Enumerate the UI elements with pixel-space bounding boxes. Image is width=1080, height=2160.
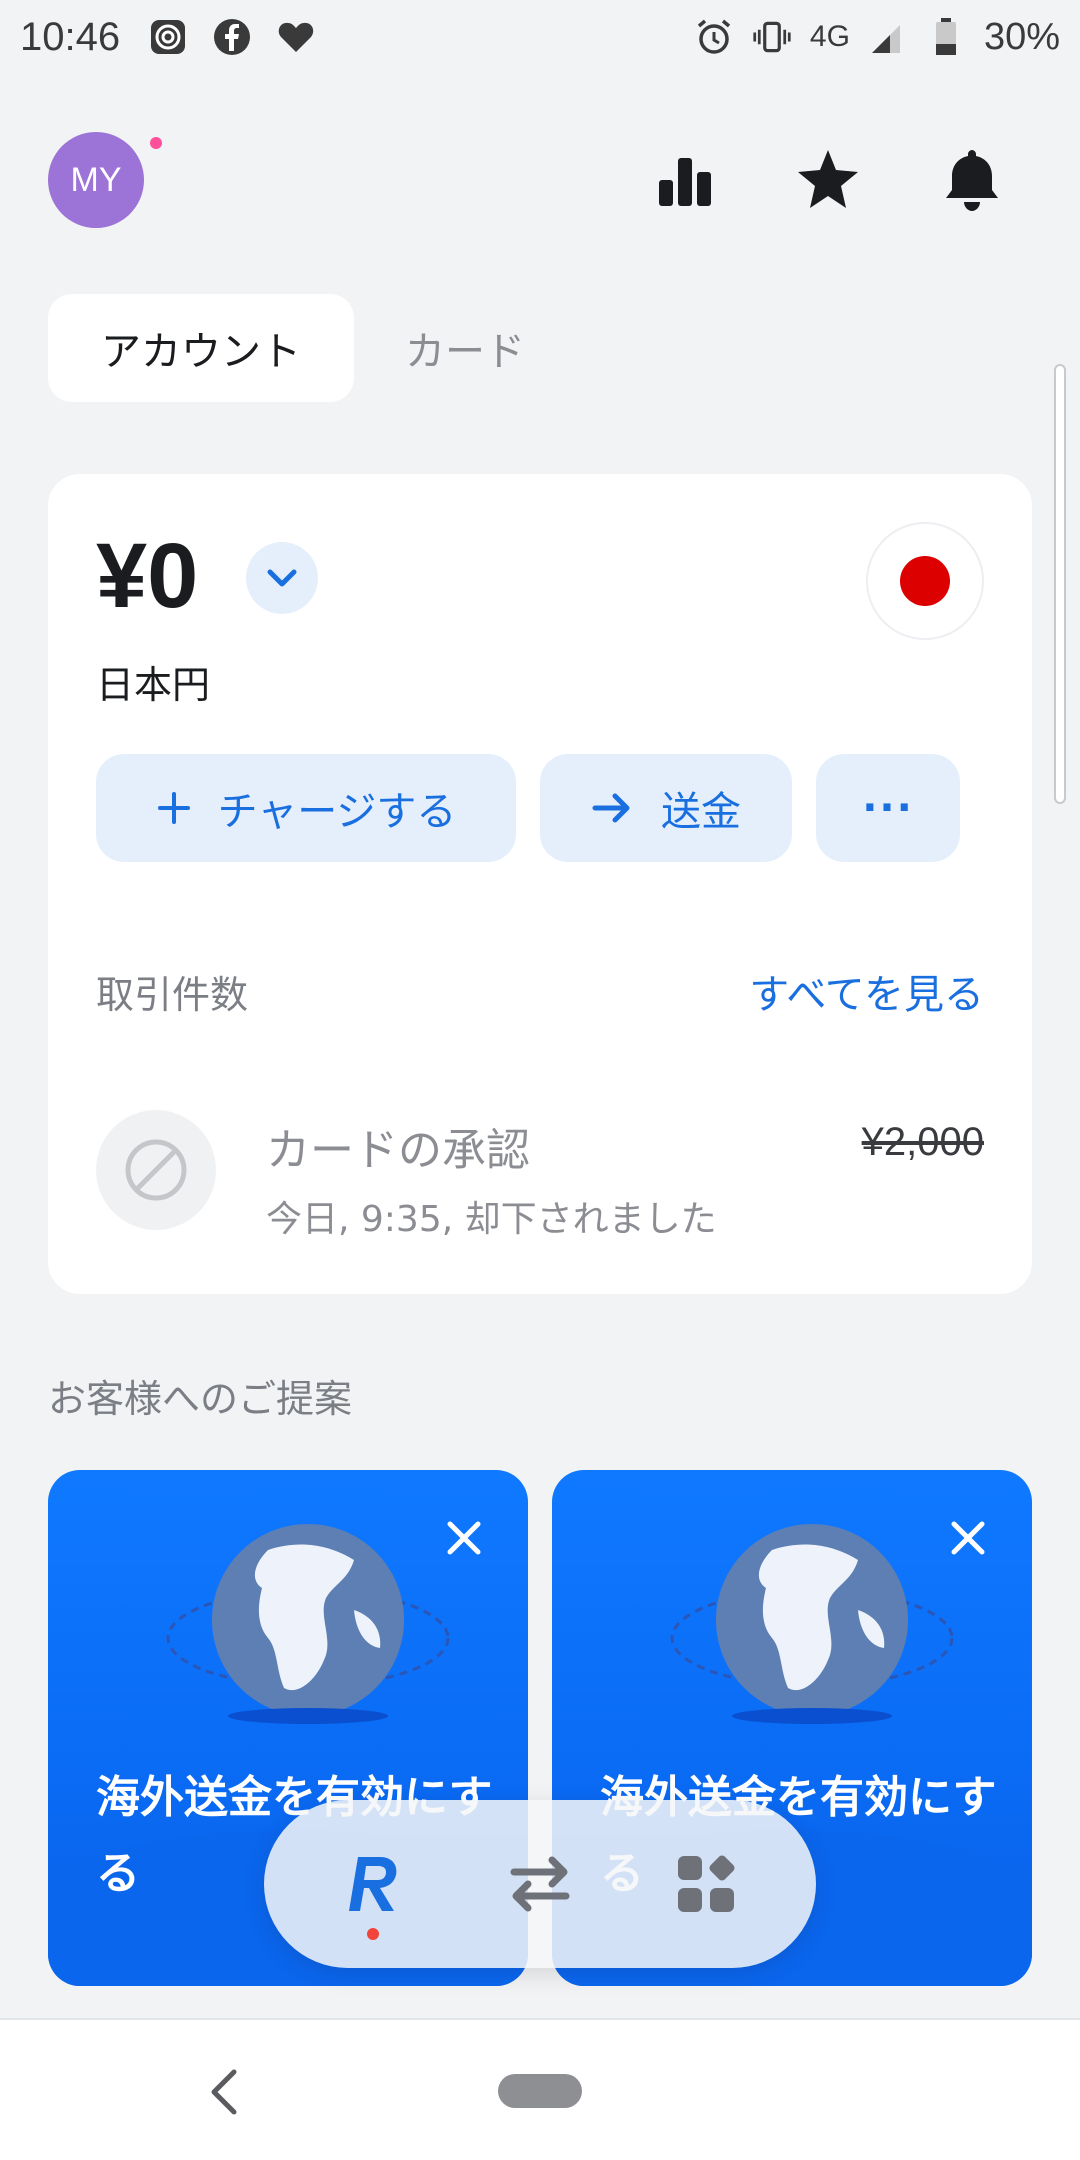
network-type: 4G: [809, 20, 850, 53]
bell-icon: [946, 150, 998, 211]
app-notification-icon: [148, 17, 188, 57]
arrow-right-icon: [592, 793, 630, 823]
tab-transfers[interactable]: [492, 1836, 588, 1932]
globe-illustration: [158, 1520, 458, 1740]
balance-amount: ¥0: [96, 525, 199, 627]
battery-icon: [926, 17, 966, 57]
account-card: ¥0 日本円 チャージする 送金 ··· 取引件数 すべてを見る カードの承認 …: [48, 474, 1032, 1294]
close-icon[interactable]: [944, 1514, 992, 1562]
send-label: 送金: [661, 789, 741, 835]
active-tab-dot: [367, 1928, 379, 1940]
chevron-down-icon: [267, 569, 297, 587]
japan-flag-icon[interactable]: [866, 522, 984, 640]
back-chevron-icon: [211, 2069, 237, 2115]
suggestions-title: お客様へのご提案: [48, 1377, 353, 1421]
transaction-subtitle: 今日, 9:35, 却下されました: [266, 1199, 717, 1240]
vibrate-icon: [752, 17, 792, 57]
facebook-icon: [212, 17, 252, 57]
bottom-tab-bar: [264, 1800, 816, 1968]
status-time: 10:46: [20, 14, 121, 59]
transaction-name[interactable]: カードの承認: [266, 1114, 530, 1178]
more-label: ···: [862, 785, 914, 831]
back-button[interactable]: [196, 2064, 252, 2120]
tab-card-label: カード: [405, 329, 525, 375]
tab-card[interactable]: カード: [370, 294, 560, 402]
signal-icon: [868, 17, 908, 57]
grid-icon: [678, 1855, 735, 1912]
heart-icon: [276, 17, 316, 57]
battery-percentage: 30%: [983, 15, 1060, 58]
avatar-initials: MY: [70, 160, 122, 199]
scrollbar[interactable]: [1054, 364, 1066, 804]
transactions-title: 取引件数: [96, 973, 249, 1017]
revolut-logo-icon: [349, 1857, 397, 1911]
avatar[interactable]: MY: [48, 132, 144, 228]
declined-icon: [96, 1110, 216, 1230]
currency-name: 日本円: [96, 663, 211, 707]
star-icon: [798, 150, 858, 208]
notification-dot: [150, 137, 162, 149]
account-switch-button[interactable]: [246, 542, 318, 614]
globe-illustration: [662, 1520, 962, 1740]
bar-chart-icon: [659, 158, 711, 206]
alarm-icon: [694, 17, 734, 57]
see-all-link[interactable]: すべてを見る: [749, 962, 984, 1020]
navigation-bar: [0, 2018, 1080, 2160]
tab-account[interactable]: アカウント: [48, 294, 354, 402]
plus-icon: [157, 792, 190, 824]
analytics-button[interactable]: [645, 140, 725, 220]
close-icon[interactable]: [440, 1514, 488, 1562]
send-button[interactable]: 送金: [540, 754, 792, 862]
notifications-button[interactable]: [932, 140, 1012, 220]
more-button[interactable]: ···: [816, 754, 960, 862]
home-pill[interactable]: [498, 2074, 582, 2108]
tab-home[interactable]: [326, 1836, 422, 1932]
swap-arrows-icon: [510, 1856, 570, 1912]
topup-button[interactable]: チャージする: [96, 754, 516, 862]
topup-label: チャージする: [217, 789, 457, 835]
tab-account-label: アカウント: [101, 329, 301, 375]
tab-hub[interactable]: [658, 1836, 754, 1932]
favorites-button[interactable]: [788, 140, 868, 220]
transaction-amount: ¥2,000: [861, 1120, 984, 1164]
status-bar: 10:46 4G 30%: [0, 0, 1080, 74]
